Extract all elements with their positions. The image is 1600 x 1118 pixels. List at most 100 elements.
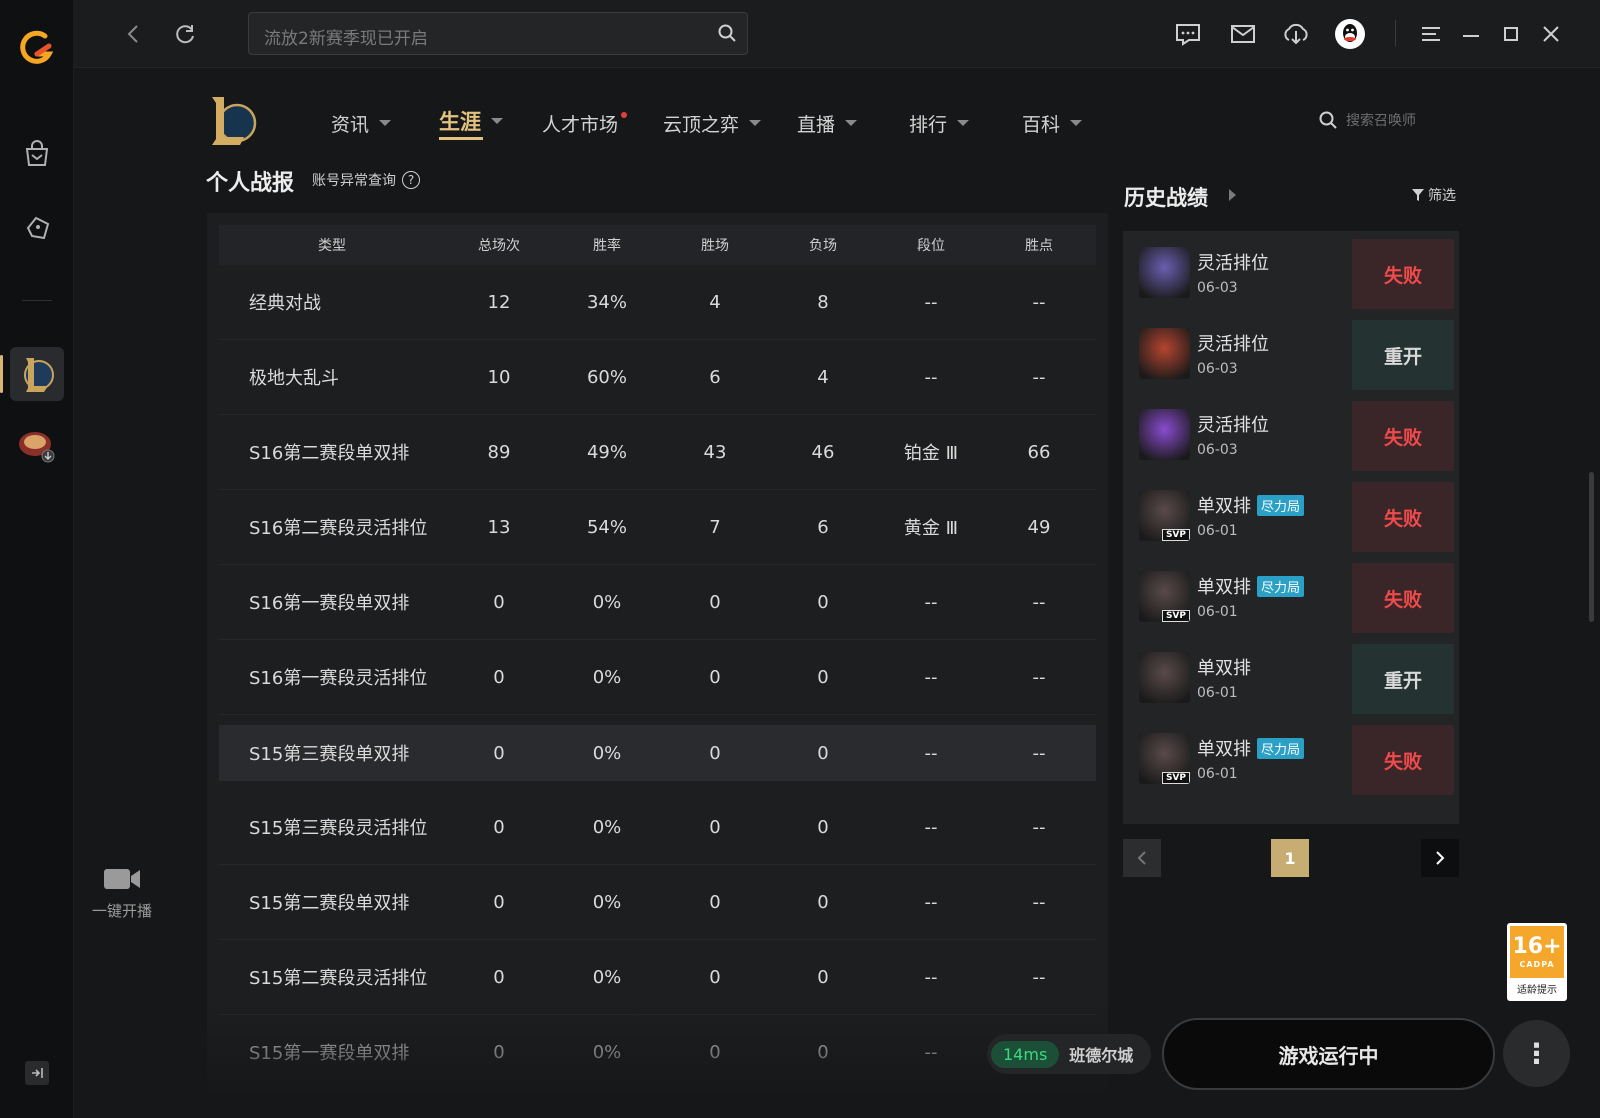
nav-career[interactable]: 生涯	[439, 106, 503, 140]
table-cell: 经典对战	[249, 293, 321, 314]
collapse-rail-icon[interactable]	[25, 1061, 49, 1085]
search-icon[interactable]	[717, 23, 737, 47]
history-match-item[interactable]: SVP 单双排 尽力局 06-01 失败	[1139, 563, 1454, 637]
table-cell: --	[924, 816, 938, 838]
match-result: 失败	[1352, 482, 1454, 552]
nav-talent-market[interactable]: 人才市场	[542, 108, 628, 138]
table-row[interactable]: S15第三赛段单双排 0 0% 0 0 -- --	[219, 725, 1096, 781]
lol-logo-icon[interactable]	[208, 93, 258, 149]
refresh-icon[interactable]	[170, 19, 200, 49]
match-result: 失败	[1352, 239, 1454, 309]
col-losses: 负场	[809, 238, 837, 254]
table-cell: 0	[817, 742, 829, 764]
account-check-link[interactable]: 账号异常查询 ?	[312, 170, 420, 190]
table-cell: --	[1032, 291, 1046, 313]
table-cell: 0	[493, 891, 505, 913]
history-match-item[interactable]: 灵活排位 06-03 重开	[1139, 320, 1454, 394]
best-effort-badge: 尽力局	[1257, 575, 1305, 597]
rail-divider	[22, 300, 52, 301]
ping-region-selector[interactable]: 14ms 班德尔城	[987, 1034, 1151, 1074]
table-cell: --	[1032, 966, 1046, 988]
match-mode-label: 单双排	[1197, 496, 1251, 517]
table-cell: 66	[1027, 441, 1051, 463]
filter-button[interactable]: 筛选	[1411, 185, 1456, 205]
close-icon[interactable]	[1534, 17, 1568, 51]
mail-icon[interactable]	[1226, 17, 1260, 51]
table-cell: S16第一赛段单双排	[249, 593, 410, 614]
one-click-stream-button[interactable]: 一键开播	[87, 866, 157, 921]
nav-wiki[interactable]: 百科	[1022, 108, 1083, 138]
top-bar: 流放2新赛季现已开启	[74, 0, 1600, 68]
nav-tft[interactable]: 云顶之弈	[663, 108, 762, 138]
table-row[interactable]: S16第一赛段单双排 0 0% 0 0 -- --	[219, 565, 1096, 640]
chat-icon[interactable]	[1171, 17, 1205, 51]
maximize-icon[interactable]	[1494, 17, 1528, 51]
table-row[interactable]: 极地大乱斗 10 60% 6 4 -- --	[219, 340, 1096, 415]
table-cell: --	[924, 666, 938, 688]
chevron-right-icon[interactable]	[1229, 189, 1236, 201]
table-cell: 0	[709, 1041, 721, 1063]
table-cell: --	[1032, 891, 1046, 913]
scrollbar[interactable]	[1589, 472, 1594, 622]
other-game-icon[interactable]	[13, 422, 61, 470]
table-cell: 0	[817, 816, 829, 838]
table-row[interactable]: S15第三赛段灵活排位 0 0% 0 0 -- --	[219, 790, 1096, 865]
history-match-item[interactable]: 灵活排位 06-03 失败	[1139, 401, 1454, 475]
match-mode: 灵活排位	[1197, 330, 1269, 356]
table-row[interactable]: S16第二赛段单双排 89 49% 43 46 铂金 Ⅲ 66	[219, 415, 1096, 490]
table-cell: 0	[817, 666, 829, 688]
store-bag-icon[interactable]	[13, 130, 61, 178]
global-search-input[interactable]: 流放2新赛季现已开启	[248, 12, 748, 55]
qq-avatar-icon[interactable]	[1333, 17, 1367, 51]
table-cell: --	[924, 891, 938, 913]
table-row[interactable]: 经典对战 12 34% 4 8 -- --	[219, 265, 1096, 340]
stats-panel: 类型 总场次 胜率 胜场 负场 段位 胜点 经典对战 12 34% 4 8 -- -- 极地大…	[207, 213, 1108, 1093]
nav-live[interactable]: 直播	[797, 108, 858, 138]
table-cell: 60%	[586, 366, 627, 388]
back-icon[interactable]	[118, 19, 148, 49]
help-icon[interactable]: ?	[402, 171, 420, 189]
nav-news[interactable]: 资讯	[331, 108, 392, 138]
menu-icon[interactable]	[1414, 17, 1448, 51]
age-rating-text: 适龄提示	[1517, 985, 1557, 996]
table-cell: S15第一赛段单双排	[249, 1043, 410, 1064]
table-cell: --	[924, 591, 938, 613]
more-options-icon[interactable]: ⋮	[1503, 1020, 1570, 1087]
page-number-button[interactable]: 1	[1271, 839, 1309, 877]
table-cell: --	[924, 291, 938, 313]
table-row[interactable]: S16第二赛段灵活排位 13 54% 7 6 黄金 Ⅲ 49	[219, 490, 1096, 565]
history-match-item[interactable]: SVP 单双排 尽力局 06-01 失败	[1139, 725, 1454, 799]
table-cell: --	[1032, 591, 1046, 613]
table-row[interactable]: S15第二赛段灵活排位 0 0% 0 0 -- --	[219, 940, 1096, 1015]
minimize-icon[interactable]	[1454, 17, 1488, 51]
table-cell: --	[924, 366, 938, 388]
match-date: 06-03	[1197, 280, 1238, 296]
table-cell: 0	[709, 816, 721, 838]
history-match-item[interactable]: SVP 单双排 尽力局 06-01 失败	[1139, 482, 1454, 556]
table-row[interactable]: S15第二赛段单双排 0 0% 0 0 -- --	[219, 865, 1096, 940]
history-match-item[interactable]: 灵活排位 06-03 失败	[1139, 239, 1454, 313]
summoner-search-input[interactable]: 搜索召唤师	[1318, 110, 1416, 130]
champion-avatar	[1139, 328, 1190, 379]
table-cell: 0	[493, 666, 505, 688]
history-title[interactable]: 历史战绩	[1124, 182, 1208, 212]
table-cell: 0	[709, 966, 721, 988]
prev-page-button[interactable]	[1123, 839, 1161, 877]
age-rating-badge: 16+ CADPA 适龄提示	[1507, 923, 1567, 1001]
lol-game-icon[interactable]	[13, 350, 61, 398]
coupon-icon[interactable]	[13, 204, 61, 252]
download-icon[interactable]	[1279, 17, 1313, 51]
filter-label: 筛选	[1428, 188, 1456, 204]
table-row[interactable]: S16第一赛段灵活排位 0 0% 0 0 -- --	[219, 640, 1096, 715]
table-row[interactable]: S15第一赛段单双排00%00----	[219, 1015, 1096, 1090]
table-cell: 0%	[592, 742, 622, 764]
next-page-button[interactable]	[1421, 839, 1459, 877]
match-date: 06-03	[1197, 442, 1238, 458]
table-cell: 89	[487, 441, 511, 463]
app-logo-icon[interactable]	[13, 24, 61, 72]
table-cell: 0	[709, 666, 721, 688]
game-running-button[interactable]: 游戏运行中	[1162, 1018, 1495, 1090]
match-mode: 单双排 尽力局	[1197, 492, 1305, 518]
history-match-item[interactable]: 单双排 06-01 重开	[1139, 644, 1454, 718]
nav-ranking[interactable]: 排行	[909, 108, 970, 138]
